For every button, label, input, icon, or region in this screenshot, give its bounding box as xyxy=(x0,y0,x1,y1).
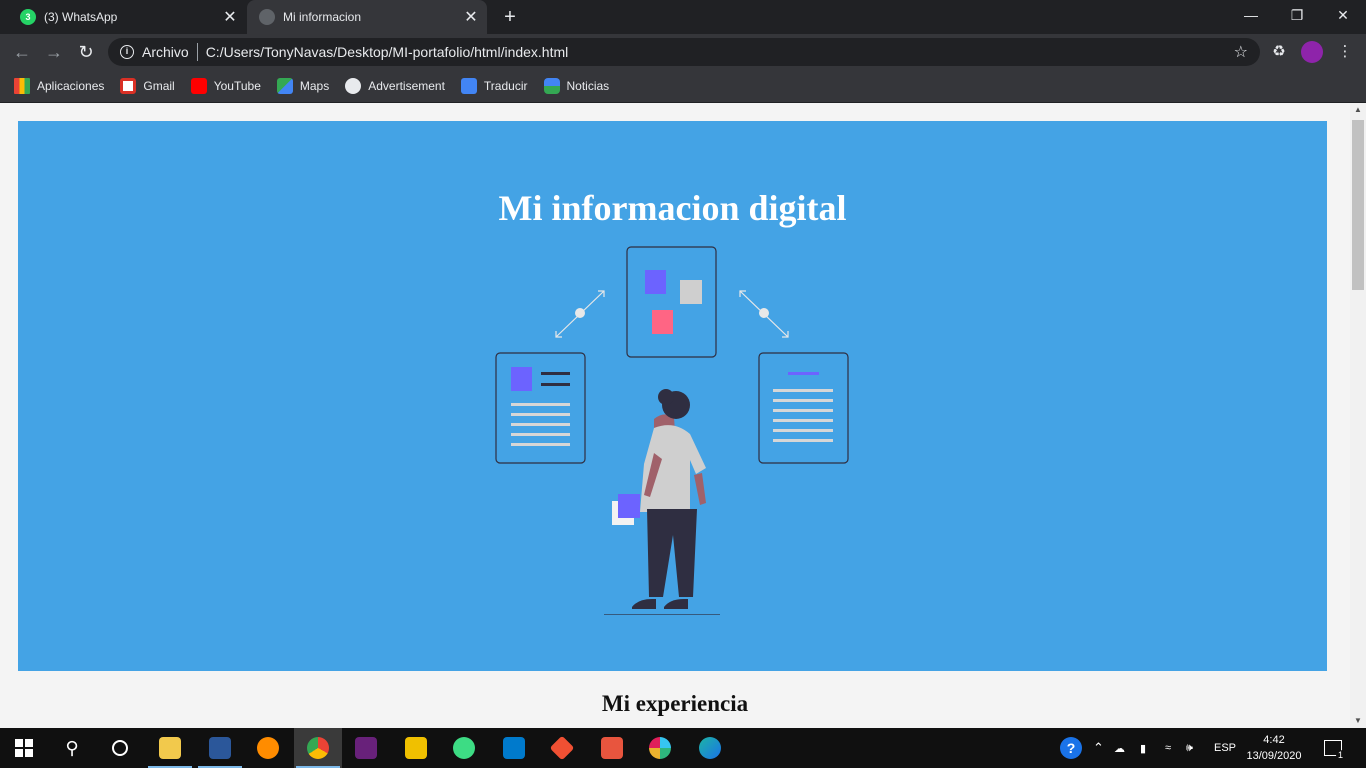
search-icon[interactable]: ⚲ xyxy=(48,728,96,768)
notification-count: 1 xyxy=(1336,750,1346,760)
bookmark-youtube[interactable]: YouTube xyxy=(190,78,261,94)
tab-mi-informacion[interactable]: Mi informacion ✕ xyxy=(247,0,487,34)
chrome-icon[interactable] xyxy=(294,728,342,768)
clock-time: 4:42 xyxy=(1263,734,1285,746)
globe-icon xyxy=(259,9,275,25)
scroll-up-icon[interactable]: ▲ xyxy=(1350,103,1366,117)
start-button[interactable] xyxy=(0,728,48,768)
vscode-icon[interactable] xyxy=(490,728,538,768)
hero-title: Mi informacion digital xyxy=(498,188,847,228)
news-icon xyxy=(543,78,560,94)
person-with-documents-illustration xyxy=(495,246,849,615)
page-viewport: Mi informacion digital Mi experiencia xyxy=(0,103,1350,728)
bookmark-label: Advertisement xyxy=(368,79,445,93)
close-tab-icon[interactable]: ✕ xyxy=(461,7,481,27)
bookmark-traducir[interactable]: Traducir xyxy=(460,78,528,94)
translate-icon xyxy=(460,78,477,94)
close-tab-icon[interactable]: ✕ xyxy=(220,7,240,27)
bookmark-advertisement[interactable]: Advertisement xyxy=(345,78,445,94)
bookmark-noticias[interactable]: Noticias xyxy=(543,78,610,94)
new-tab-button[interactable]: + xyxy=(498,5,522,29)
tab-title: Mi informacion xyxy=(283,10,362,24)
menu-kebab-icon[interactable]: ⋮ xyxy=(1334,41,1356,63)
git-icon[interactable] xyxy=(538,728,586,768)
tab-title: (3) WhatsApp xyxy=(44,10,118,24)
word-icon[interactable] xyxy=(196,728,244,768)
app-icon[interactable] xyxy=(588,728,636,768)
system-clock[interactable]: 4:42 13/09/2020 xyxy=(1244,732,1304,764)
app-icon[interactable] xyxy=(392,728,440,768)
reload-icon[interactable]: ↻ xyxy=(74,40,98,64)
file-explorer-icon[interactable] xyxy=(146,728,194,768)
globe-icon xyxy=(345,78,362,94)
whatsapp-icon: 3 xyxy=(20,9,36,25)
help-icon[interactable]: ? xyxy=(1060,728,1082,768)
wifi-icon[interactable]: ≈ xyxy=(1165,728,1171,768)
cloud-icon[interactable]: ☁ xyxy=(1114,728,1125,768)
security-label: Archivo xyxy=(142,44,189,60)
windows-logo-icon xyxy=(15,739,33,757)
bookmark-label: Traducir xyxy=(483,79,528,93)
notifications-icon[interactable]: 1 xyxy=(1324,728,1346,768)
forward-arrow-icon[interactable]: → xyxy=(42,40,66,64)
battery-icon[interactable]: ▮ xyxy=(1140,728,1146,768)
profile-avatar[interactable] xyxy=(1301,41,1323,63)
url-text[interactable]: C:/Users/TonyNavas/Desktop/MI-portafolio… xyxy=(206,44,569,60)
info-icon[interactable]: i xyxy=(120,45,134,59)
bookmark-label: Aplicaciones xyxy=(37,79,105,93)
clock-date: 13/09/2020 xyxy=(1246,750,1302,762)
slack-icon[interactable] xyxy=(636,728,684,768)
close-window-button[interactable]: ✕ xyxy=(1320,0,1366,30)
bookmark-maps[interactable]: Maps xyxy=(276,78,330,94)
hero-banner: Mi informacion digital xyxy=(18,121,1327,671)
scrollbar-thumb[interactable] xyxy=(1352,120,1364,290)
bookmark-label: Maps xyxy=(299,79,330,93)
scroll-down-icon[interactable]: ▼ xyxy=(1350,714,1366,728)
restore-button[interactable]: ❐ xyxy=(1274,0,1320,30)
volume-icon[interactable]: 🕪 xyxy=(1186,728,1193,768)
visual-studio-icon[interactable] xyxy=(342,728,390,768)
maps-icon xyxy=(276,78,293,94)
cortana-icon[interactable] xyxy=(96,728,144,768)
media-player-icon[interactable] xyxy=(244,728,292,768)
edge-icon[interactable] xyxy=(686,728,734,768)
bookmark-label: YouTube xyxy=(213,79,261,93)
gmail-icon xyxy=(120,78,137,94)
section-title: Mi experiencia xyxy=(601,691,749,716)
divider xyxy=(196,43,198,61)
bookmark-label: Noticias xyxy=(566,79,610,93)
extensions-puzzle-icon[interactable]: ♻ xyxy=(1268,41,1290,63)
bookmark-gmail[interactable]: Gmail xyxy=(120,78,175,94)
browser-title-bar: 3 (3) WhatsApp ✕ Mi informacion ✕ + — ❐ … xyxy=(0,0,1366,34)
language-indicator[interactable]: ESP xyxy=(1214,728,1236,768)
bookmark-aplicaciones[interactable]: Aplicaciones xyxy=(14,78,104,94)
bookmark-label: Gmail xyxy=(143,79,175,93)
minimize-button[interactable]: — xyxy=(1228,0,1274,30)
youtube-icon xyxy=(190,78,207,94)
apps-grid-icon xyxy=(14,78,30,94)
bookmarks-bar: Aplicaciones Gmail YouTube Maps Advertis… xyxy=(0,70,1366,102)
windows-taskbar: ⚲ ? ⌃ ☁ ▮ ≈ 🕪 ESP 4:42 13/09/2020 1 xyxy=(0,728,1366,768)
browser-toolbar: ← → ↻ i Archivo C:/Users/TonyNavas/Deskt… xyxy=(0,34,1366,70)
page-scrollbar[interactable]: ▲ ▼ xyxy=(1350,103,1366,728)
back-arrow-icon[interactable]: ← xyxy=(10,40,34,64)
chevron-up-icon[interactable]: ⌃ xyxy=(1093,728,1104,768)
bookmark-star-icon[interactable]: ☆ xyxy=(1234,42,1248,62)
android-studio-icon[interactable] xyxy=(440,728,488,768)
address-bar[interactable]: i Archivo C:/Users/TonyNavas/Desktop/MI-… xyxy=(108,38,1260,66)
tab-whatsapp[interactable]: 3 (3) WhatsApp ✕ xyxy=(8,0,246,34)
